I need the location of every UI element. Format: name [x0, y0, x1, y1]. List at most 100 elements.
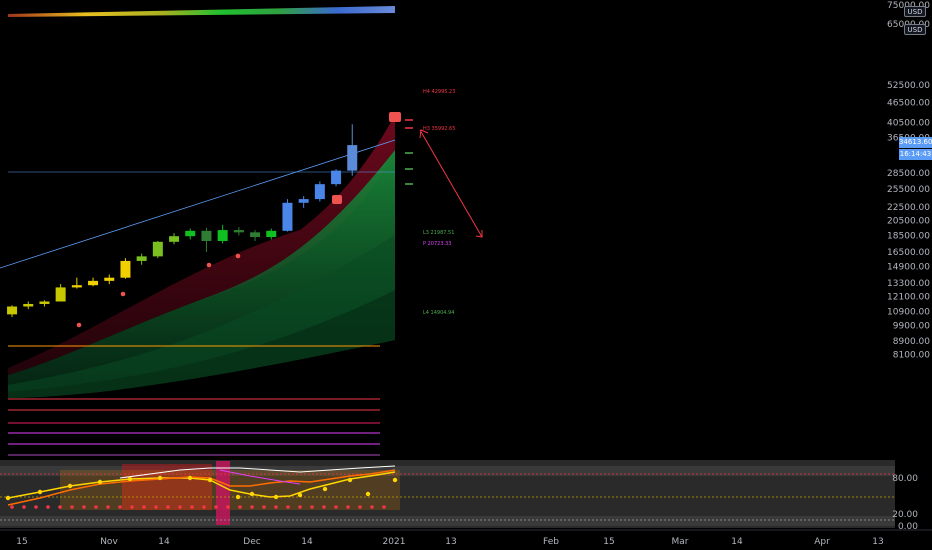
- candle-body: [169, 236, 180, 242]
- candle-body: [152, 241, 163, 257]
- osc-red-dot: [10, 505, 14, 509]
- candle-body: [55, 287, 66, 302]
- osc-dot: [392, 477, 398, 483]
- osc-red-dot: [370, 505, 374, 509]
- candle-body: [71, 285, 82, 288]
- pivot-label-l4: L4 14904.94: [423, 310, 454, 316]
- price-tick-label: 13300.00: [887, 279, 930, 289]
- oscillator-axis[interactable]: 80.0020.000.00: [892, 474, 918, 532]
- signal-dot: [76, 322, 82, 328]
- sell-flag-marker: [389, 112, 401, 122]
- osc-red-dot: [130, 505, 134, 509]
- osc-red-dot: [286, 505, 290, 509]
- pivot-label-l3: L3 21987.51: [423, 230, 454, 236]
- time-tick-label: 14: [158, 537, 170, 547]
- osc-dot: [235, 494, 241, 500]
- osc-dot: [127, 476, 133, 482]
- price-tick-label: 9900.00: [893, 322, 930, 332]
- price-tick-label: 18500.00: [887, 231, 930, 241]
- osc-red-dot: [22, 505, 26, 509]
- candle-body: [314, 184, 325, 200]
- time-tick-label: Dec: [243, 537, 260, 547]
- currency-badge-top[interactable]: USD: [904, 6, 926, 17]
- time-tick-label: 13: [872, 537, 883, 547]
- osc-red-dot: [190, 505, 194, 509]
- top-gradient-ribbon: [8, 6, 395, 17]
- osc-red-dot: [226, 505, 230, 509]
- price-tick-label: 8900.00: [893, 337, 930, 347]
- time-axis[interactable]: 15 Nov 14 Dec 14 2021 13 Feb 15 Mar 14 Apr 13: [16, 537, 883, 547]
- osc-dot: [322, 486, 328, 492]
- price-tick-label: 22500.00: [887, 203, 930, 213]
- time-tick-label: Feb: [543, 537, 559, 547]
- osc-dot: [347, 477, 353, 483]
- last-price-tag: 34613.60: [899, 137, 932, 148]
- candle-body: [331, 170, 342, 185]
- candle-body: [120, 260, 131, 278]
- projection-arrow[interactable]: [419, 129, 483, 238]
- candle-body: [347, 145, 358, 171]
- sell-flag-marker: [332, 195, 342, 204]
- osc-dot: [5, 495, 11, 501]
- osc-red-dot: [238, 505, 242, 509]
- candle-body: [136, 256, 147, 261]
- osc-dot: [187, 475, 193, 481]
- candle-body: [250, 232, 261, 237]
- time-tick-label: 15: [16, 537, 27, 547]
- price-axis[interactable]: 75000.0065000.0052500.0046500.0040500.00…: [887, 1, 930, 361]
- chart-canvas[interactable]: H4 42995.23 H3 35992.65 L3 21987.51 P 20…: [0, 0, 932, 550]
- osc-tick-label: 80.00: [892, 474, 918, 484]
- candle-body: [298, 199, 309, 203]
- candle-body: [201, 230, 212, 241]
- osc-dot: [273, 494, 279, 500]
- osc-red-dot: [178, 505, 182, 509]
- time-tick-label: 14: [301, 537, 313, 547]
- time-tick-label: 14: [731, 537, 743, 547]
- osc-red-dot: [262, 505, 266, 509]
- osc-dot: [249, 491, 255, 497]
- price-tick-label: 52500.00: [887, 81, 930, 91]
- price-tick-label: 10900.00: [887, 308, 930, 318]
- osc-red-dot: [274, 505, 278, 509]
- osc-red-dot: [298, 505, 302, 509]
- osc-dot: [157, 475, 163, 481]
- candle-body: [266, 230, 277, 237]
- osc-red-dot: [202, 505, 206, 509]
- time-tick-label: Mar: [672, 537, 689, 547]
- osc-dot: [97, 479, 103, 485]
- price-tick-label: 8100.00: [893, 351, 930, 361]
- osc-red-dot: [46, 505, 50, 509]
- osc-red-dot: [382, 505, 386, 509]
- countdown-tag: 16:14:43: [899, 149, 932, 160]
- osc-red-dot: [94, 505, 98, 509]
- osc-red-dot: [58, 505, 62, 509]
- osc-red-dot: [322, 505, 326, 509]
- oscillator-oversold-zone: [0, 516, 895, 526]
- pivot-label-p: P 20723.33: [423, 241, 451, 247]
- osc-dot: [67, 483, 73, 489]
- candle-body: [233, 230, 244, 233]
- osc-red-dot: [310, 505, 314, 509]
- price-tick-label: 28500.00: [887, 169, 930, 179]
- time-tick-label: 13: [445, 537, 456, 547]
- time-tick-label: 15: [603, 537, 614, 547]
- osc-dot: [207, 477, 213, 483]
- osc-dot: [297, 492, 303, 498]
- time-tick-label: Apr: [814, 537, 830, 547]
- osc-red-dot: [154, 505, 158, 509]
- osc-red-dot: [70, 505, 74, 509]
- price-tick-label: 20500.00: [887, 217, 930, 227]
- currency-badge[interactable]: USD: [904, 24, 926, 35]
- candle-body: [185, 230, 196, 237]
- osc-red-dot: [214, 505, 218, 509]
- price-tick-label: 25500.00: [887, 185, 930, 195]
- time-tick-label: Nov: [100, 537, 118, 547]
- price-tick-label: 46500.00: [887, 99, 930, 109]
- candle-body: [282, 202, 293, 231]
- osc-red-dot: [82, 505, 86, 509]
- osc-tick-label: 20.00: [892, 510, 918, 520]
- osc-red-dot: [334, 505, 338, 509]
- osc-red-dot: [250, 505, 254, 509]
- price-tick-label: 12100.00: [887, 293, 930, 303]
- osc-red-dot: [346, 505, 350, 509]
